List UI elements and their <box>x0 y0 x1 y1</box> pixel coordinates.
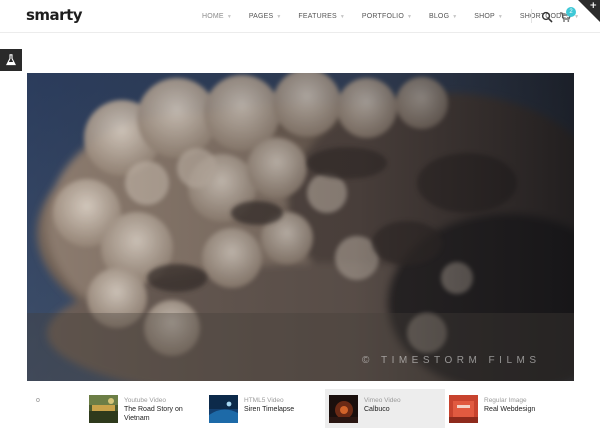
nav-item-portfolio[interactable]: PORTFOLIO ▼ <box>362 13 415 20</box>
flask-icon <box>6 54 16 66</box>
chevron-down-icon: ▼ <box>497 13 504 20</box>
thumb-image <box>89 395 118 423</box>
thumb-item-real-webdesign[interactable]: Regular Image Real Webdesign <box>445 389 565 428</box>
nav-item-blog[interactable]: BLOG ▼ <box>429 13 460 20</box>
thumb-image <box>449 395 478 423</box>
nav-item-pages[interactable]: PAGES ▼ <box>249 13 285 20</box>
thumb-type: Regular Image <box>484 397 527 404</box>
slider-marker: o <box>36 397 40 404</box>
nav-item-label: SHOP <box>474 13 495 20</box>
header-divider <box>531 9 532 23</box>
slider-thumbnails: o Youtube Video The Road Story on Vietna… <box>27 389 574 428</box>
search-button[interactable] <box>541 10 553 23</box>
chevron-down-icon: ▼ <box>452 13 458 20</box>
chevron-down-icon: ▼ <box>339 13 345 20</box>
thumb-title: The Road Story on Vietnam <box>124 406 183 422</box>
thumb-title: Calbuco <box>364 406 390 413</box>
thumb-item-road-story[interactable]: Youtube Video The Road Story on Vietnam <box>85 389 199 428</box>
chevron-down-icon: ▼ <box>226 13 232 20</box>
nav-item-home[interactable]: HOME ▼ <box>202 13 235 20</box>
chevron-down-icon: ▼ <box>406 13 413 20</box>
nav-item-label: HOME <box>202 13 224 20</box>
style-switcher-toggle[interactable] <box>0 49 22 71</box>
plus-icon: + <box>589 1 597 11</box>
thumb-image <box>209 395 238 423</box>
thumb-type: HTML5 Video <box>244 397 284 404</box>
search-icon <box>541 11 553 23</box>
photo-watermark: © TIMESTORM FILMS <box>362 355 541 366</box>
thumb-item-calbuco[interactable]: Vimeo Video Calbuco <box>325 389 445 428</box>
nav-item-label: FEATURES <box>298 13 337 20</box>
nav-item-label: PAGES <box>248 13 274 20</box>
cart-count-badge: 2 <box>566 7 576 17</box>
site-logo[interactable]: smarty <box>26 6 83 24</box>
corner-toggle-button[interactable]: + <box>578 0 600 22</box>
chevron-down-icon: ▼ <box>276 13 282 20</box>
thumb-title: Real Webdesign <box>484 406 536 413</box>
thumb-type: Vimeo Video <box>364 397 401 404</box>
nav-item-features[interactable]: FEATURES ▼ <box>298 13 347 20</box>
site-header: smarty HOME ▼ PAGES ▼ FEATURES ▼ PORTFOL… <box>0 0 600 33</box>
hero-slide-image[interactable]: © TIMESTORM FILMS <box>27 73 574 381</box>
nav-item-label: PORTFOLIO <box>361 13 404 20</box>
nav-item-shop[interactable]: SHOP ▼ <box>474 13 506 20</box>
nav-item-label: BLOG <box>428 13 450 20</box>
thumb-image <box>329 395 358 423</box>
thumb-type: Youtube Video <box>124 397 166 404</box>
thumb-title: Siren Timelapse <box>244 406 295 413</box>
thumb-item-siren-timelapse[interactable]: HTML5 Video Siren Timelapse <box>205 389 319 428</box>
main-nav: HOME ▼ PAGES ▼ FEATURES ▼ PORTFOLIO ▼ BL… <box>202 0 596 33</box>
volcanic-cloud-photo <box>27 73 574 381</box>
